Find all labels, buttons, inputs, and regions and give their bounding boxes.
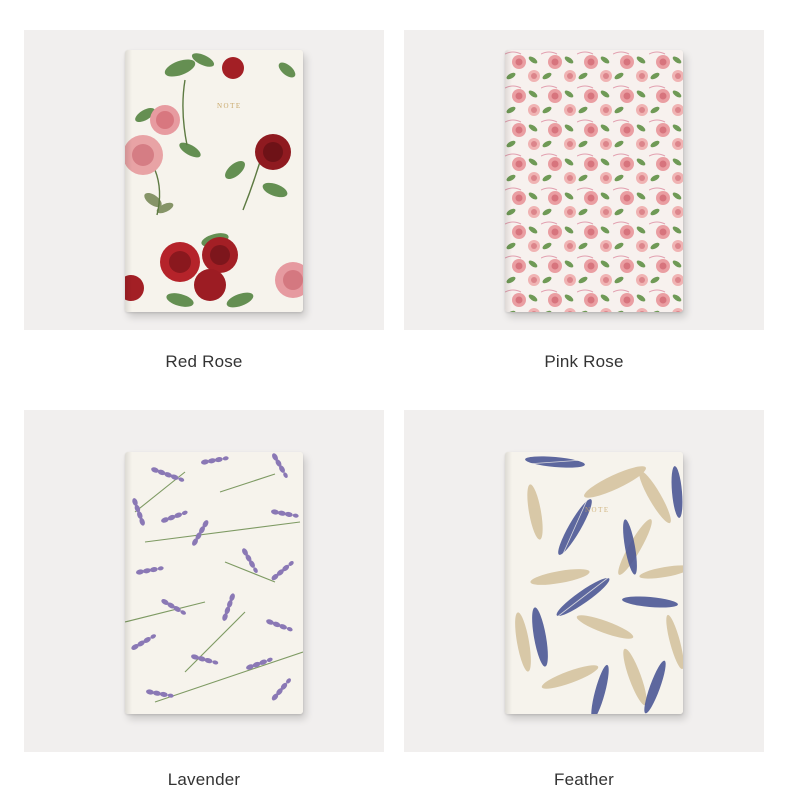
red-rose-pattern: NOTE	[125, 50, 303, 312]
product-card-pink-rose[interactable]: Pink Rose	[404, 30, 764, 380]
pink-rose-pattern	[505, 50, 683, 312]
notebook-feather: NOTE	[505, 452, 683, 714]
product-photo-pink-rose[interactable]	[404, 30, 764, 330]
cover-text-feather: NOTE	[585, 506, 610, 514]
feather-pattern: NOTE	[505, 452, 683, 714]
product-card-feather[interactable]: NOTE Feather	[404, 410, 764, 800]
cover-text: NOTE	[217, 102, 242, 110]
product-caption-feather[interactable]: Feather	[404, 770, 764, 790]
notebook-pink-rose	[505, 50, 683, 312]
product-photo-feather[interactable]: NOTE	[404, 410, 764, 752]
lavender-pattern	[125, 452, 303, 714]
product-card-lavender[interactable]: Lavender	[24, 410, 384, 800]
notebook-lavender	[125, 452, 303, 714]
product-photo-red-rose[interactable]: NOTE	[24, 30, 384, 330]
product-caption-pink-rose[interactable]: Pink Rose	[404, 352, 764, 372]
product-caption-red-rose[interactable]: Red Rose	[24, 352, 384, 372]
product-caption-lavender[interactable]: Lavender	[24, 770, 384, 790]
product-grid: NOTE Red Rose Pink Rose Lavender NOTE Fe…	[0, 0, 800, 800]
notebook-red-rose: NOTE	[125, 50, 303, 312]
product-card-red-rose[interactable]: NOTE Red Rose	[24, 30, 384, 380]
product-photo-lavender[interactable]	[24, 410, 384, 752]
